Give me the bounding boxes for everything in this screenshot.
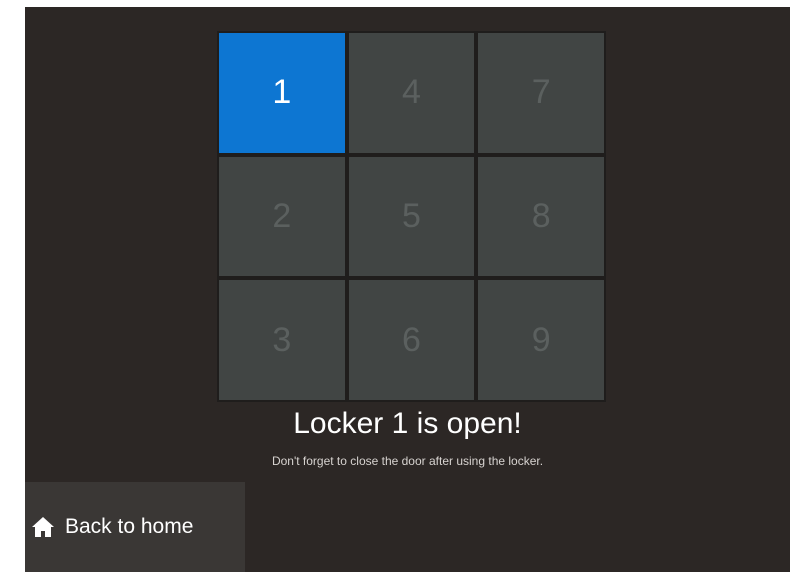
locker-5[interactable]: 5 [348,156,475,277]
locker-screen: 1 4 7 2 5 8 3 6 9 Locker 1 is open! Don'… [25,7,790,572]
locker-9[interactable]: 9 [478,280,604,400]
status-subtitle: Don't forget to close the door after usi… [271,454,544,468]
locker-8[interactable]: 8 [478,156,604,277]
locker-3[interactable]: 3 [219,280,345,400]
back-to-home-button[interactable]: Back to home [25,482,245,572]
home-icon [31,516,55,538]
locker-grid: 1 4 7 2 5 8 3 6 9 [217,31,606,402]
locker-7[interactable]: 7 [478,33,604,153]
status-title: Locker 1 is open! [293,407,522,440]
locker-2[interactable]: 2 [219,156,345,277]
locker-4[interactable]: 4 [348,33,475,153]
locker-6[interactable]: 6 [348,280,475,400]
back-to-home-label: Back to home [65,515,194,538]
locker-1[interactable]: 1 [219,33,345,153]
